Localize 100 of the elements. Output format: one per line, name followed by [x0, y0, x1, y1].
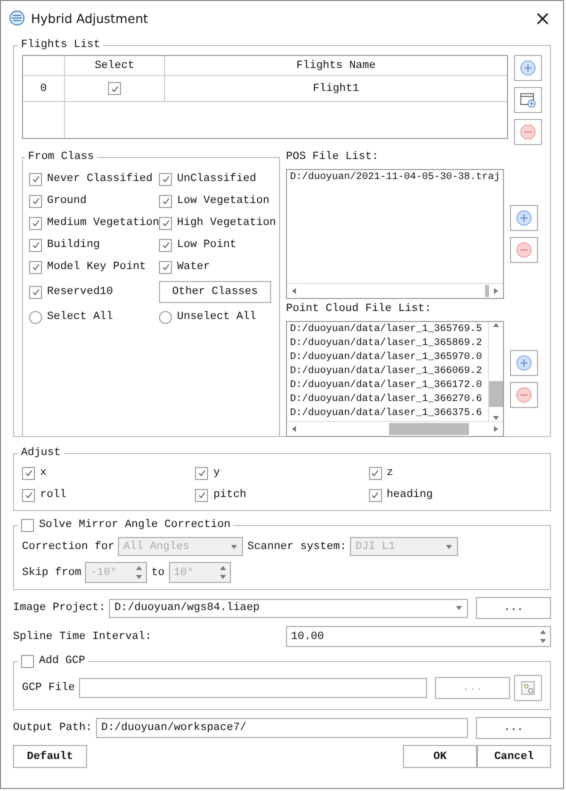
checkbox[interactable] [159, 260, 172, 274]
field-label: Scanner system: [247, 540, 346, 552]
check-icon [196, 490, 207, 500]
checkbox[interactable] [29, 260, 42, 274]
list-item[interactable]: D:/duoyuan/data/laser_1_366375.6 [290, 408, 485, 421]
image-project-dropdown[interactable]: D:/duoyuan/wgs84.liaep [109, 598, 468, 618]
list-item[interactable]: D:/duoyuan/data/laser_1_366069.2 [290, 366, 485, 380]
column-header[interactable]: Flights Name [165, 56, 507, 76]
checkbox-label: Model Key Point [47, 261, 146, 273]
checkbox[interactable] [22, 466, 35, 480]
checkbox[interactable] [368, 488, 382, 502]
radio-button[interactable] [159, 310, 172, 324]
close-button[interactable]: × [530, 6, 555, 30]
checkbox-label: Reserved10 [47, 286, 114, 298]
minus-icon [519, 123, 537, 141]
field-label: Image Project: [13, 602, 106, 614]
checkbox[interactable] [29, 216, 42, 230]
window-title: Hybrid Adjustment [31, 10, 150, 26]
remove-button[interactable] [514, 119, 542, 145]
list-label: POS File List: [286, 151, 380, 165]
file-list[interactable]: D:/duoyuan/2021-11-04-05-30-38.traj [286, 169, 504, 299]
gcp-tool-button[interactable] [514, 675, 542, 701]
horizontal-scrollbar[interactable] [287, 283, 503, 298]
down-arrow-icon[interactable] [446, 544, 452, 550]
down-arrow-icon[interactable] [220, 574, 226, 580]
add-button[interactable] [514, 55, 542, 81]
checkbox[interactable] [159, 216, 172, 230]
checkbox[interactable] [159, 194, 172, 208]
group-title: Adjust [20, 447, 62, 459]
down-arrow-icon[interactable] [493, 415, 499, 421]
check-icon [370, 468, 380, 478]
checkbox-label: High Vegetation [177, 217, 276, 229]
checkbox[interactable] [22, 488, 35, 502]
file-list[interactable] [286, 321, 504, 437]
up-arrow-icon[interactable] [540, 629, 546, 635]
ok-button[interactable]: OK [403, 745, 477, 768]
check-icon [30, 262, 40, 272]
checkbox-label: pitch [213, 489, 246, 501]
cancel-button[interactable]: Cancel [477, 745, 551, 768]
field-label: to [151, 566, 165, 578]
gcp-file-field[interactable] [78, 678, 427, 698]
add-button[interactable] [510, 350, 538, 376]
up-arrow-icon[interactable] [136, 565, 142, 571]
list-item[interactable]: D:/duoyuan/data/laser_1_365970.0 [290, 352, 485, 366]
remove-button[interactable] [510, 237, 538, 263]
checkbox[interactable] [159, 238, 172, 252]
checkbox-label: x [40, 467, 47, 479]
checkbox[interactable] [195, 488, 208, 502]
check-icon [160, 240, 170, 250]
right-arrow-icon[interactable] [493, 288, 500, 294]
spin-field[interactable]: 10.00 [286, 626, 551, 647]
add-button[interactable] [510, 205, 538, 231]
list-item[interactable]: D:/duoyuan/2021-11-04-05-30-38.traj [290, 172, 500, 186]
output-path-field[interactable]: D:/duoyuan/workspace7/ [96, 718, 468, 738]
other-classes-button[interactable]: Other Classes [159, 281, 271, 303]
right-arrow-icon[interactable] [493, 426, 499, 432]
default-button[interactable]: Default [13, 745, 87, 768]
vertical-scrollbar[interactable] [488, 322, 503, 421]
check-icon [160, 262, 170, 272]
list-item[interactable]: D:/duoyuan/data/laser_1_366270.6 [290, 394, 485, 408]
down-arrow-icon[interactable] [456, 605, 462, 611]
up-arrow-icon[interactable] [220, 565, 226, 571]
column-header[interactable]: Select [65, 56, 165, 76]
checkbox-label: Building [47, 239, 100, 251]
field-label: GCP File [22, 682, 75, 694]
check-icon [160, 196, 170, 206]
check-icon [30, 174, 40, 184]
horizontal-scrollbar[interactable] [287, 421, 503, 436]
checkbox[interactable] [29, 286, 42, 298]
field-label: Output Path: [13, 722, 92, 734]
down-arrow-icon[interactable] [540, 638, 546, 644]
checkbox-label: Solve Mirror Angle Correction [39, 519, 230, 531]
browse-button[interactable]: ... [476, 717, 551, 739]
list-item[interactable]: D:/duoyuan/data/laser_1_365769.5 [290, 324, 485, 338]
check-icon [30, 196, 40, 206]
remove-button[interactable] [510, 382, 538, 408]
checkbox-label: Medium Vegetation [47, 217, 160, 229]
down-arrow-icon[interactable] [136, 574, 142, 580]
checkbox[interactable] [368, 466, 382, 480]
check-icon [110, 84, 120, 94]
left-arrow-icon[interactable] [291, 426, 297, 432]
checkbox[interactable] [195, 466, 208, 480]
table-cell: Flight1 [165, 76, 507, 102]
left-arrow-icon[interactable] [290, 288, 297, 294]
checkbox[interactable] [108, 82, 121, 95]
checkbox[interactable] [29, 238, 42, 252]
checkbox[interactable] [29, 194, 42, 208]
browse-button[interactable]: ... [476, 597, 551, 619]
up-arrow-icon[interactable] [493, 322, 499, 328]
add-window-button[interactable] [514, 87, 542, 113]
checkbox[interactable] [159, 172, 172, 186]
radio-button[interactable] [29, 310, 42, 324]
check-icon [160, 174, 170, 184]
list-item[interactable]: D:/duoyuan/data/laser_1_366172.0 [290, 380, 485, 394]
plus-icon [515, 209, 533, 227]
list-item[interactable]: D:/duoyuan/data/laser_1_365869.2 [290, 338, 485, 352]
checkbox-label: Ground [47, 195, 87, 207]
minus-icon [515, 241, 533, 259]
header-cell [23, 56, 65, 76]
checkbox[interactable] [29, 172, 42, 186]
